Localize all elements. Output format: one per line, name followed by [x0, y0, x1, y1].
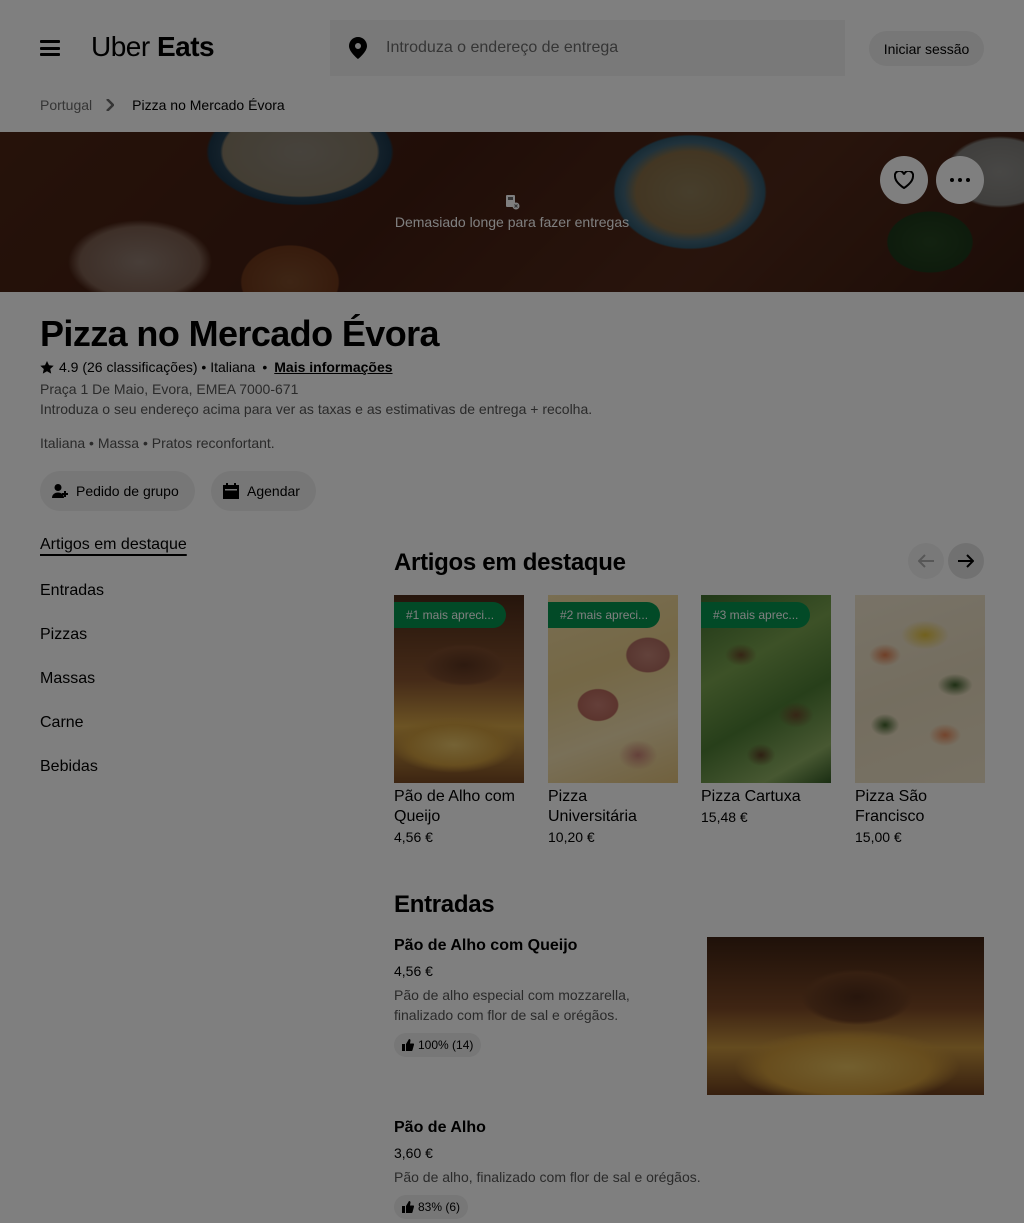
- add-person-icon: [52, 483, 68, 499]
- featured-item-image: [855, 595, 985, 783]
- group-order-label: Pedido de grupo: [76, 483, 179, 499]
- more-icon: [950, 178, 970, 182]
- carousel-prev-button[interactable]: [908, 543, 944, 579]
- uber-eats-logo[interactable]: Uber Eats: [91, 31, 215, 63]
- address-input[interactable]: [386, 39, 826, 57]
- address-hint: Introduza o seu endereço acima para ver …: [40, 401, 593, 417]
- group-order-button[interactable]: Pedido de grupo: [40, 471, 195, 511]
- menu-item-price: 3,60 €: [394, 1145, 433, 1161]
- menu-item-price: 4,56 €: [394, 963, 433, 979]
- rank-badge: #3 mais aprec...: [701, 602, 811, 628]
- more-options-button[interactable]: [936, 156, 984, 204]
- schedule-label: Agendar: [247, 483, 300, 499]
- featured-item-price: 4,56 €: [394, 829, 433, 845]
- chevron-right-icon: [106, 99, 115, 111]
- menu-nav-entradas[interactable]: Entradas: [40, 582, 104, 600]
- schedule-button[interactable]: Agendar: [211, 471, 316, 511]
- featured-card[interactable]: #2 mais apreci... Pizza Universitária 10…: [548, 595, 678, 845]
- menu-nav-bebidas[interactable]: Bebidas: [40, 758, 98, 776]
- featured-item-name: Pizza Cartuxa: [701, 788, 801, 805]
- rating-count: (26 classificações): [82, 359, 198, 375]
- thumbs-up-icon: [402, 1201, 414, 1213]
- star-icon: [40, 360, 54, 374]
- calendar-icon: [223, 483, 239, 499]
- menu-nav-pizzas[interactable]: Pizzas: [40, 626, 87, 644]
- featured-item-name: Pizza Universitária: [548, 788, 637, 825]
- no-delivery-icon: [506, 195, 520, 210]
- rank-badge: #1 mais apreci...: [394, 602, 507, 628]
- featured-item-image: #1 mais apreci...: [394, 595, 524, 783]
- header: Uber Eats Iniciar sessão: [0, 0, 1024, 96]
- item-rating-text: 83% (6): [418, 1200, 461, 1214]
- location-pin-icon: [330, 20, 386, 76]
- featured-item-name: Pão de Alho com Queijo: [394, 788, 515, 825]
- delivery-status: Demasiado longe para fazer entregas: [0, 194, 1024, 232]
- featured-card[interactable]: #1 mais apreci... Pão de Alho com Queijo…: [394, 595, 524, 845]
- menu-icon[interactable]: [40, 40, 60, 56]
- carousel-next-button[interactable]: [948, 543, 984, 579]
- store-title: Pizza no Mercado Évora: [40, 313, 440, 354]
- store-hero-image: Demasiado longe para fazer entregas: [0, 132, 1024, 292]
- featured-item-price: 15,00 €: [855, 829, 902, 845]
- menu-nav-carne[interactable]: Carne: [40, 714, 84, 732]
- breadcrumb-item-portugal[interactable]: Portugal: [40, 97, 92, 113]
- store-category: Italiana: [210, 359, 256, 375]
- menu-nav-featured[interactable]: Artigos em destaque: [40, 536, 187, 554]
- breadcrumb: Portugal Pizza no Mercado Évora: [40, 97, 285, 113]
- breadcrumb-item-store: Pizza no Mercado Évora: [132, 97, 285, 113]
- rank-badge: #2 mais apreci...: [548, 602, 661, 628]
- item-rating-text: 100% (14): [418, 1038, 474, 1052]
- store-address: Praça 1 De Maio, Evora, EMEA 7000-671: [40, 381, 299, 397]
- arrow-right-icon: [958, 554, 974, 568]
- featured-item-price: 10,20 €: [548, 829, 595, 845]
- item-rating-badge: 83% (6): [394, 1195, 469, 1219]
- heart-icon: [894, 171, 914, 189]
- store-tags: Italiana • Massa • Pratos reconfortant.: [40, 435, 275, 451]
- featured-item-image: #2 mais apreci...: [548, 595, 678, 783]
- entradas-title: Entradas: [394, 891, 495, 918]
- logo-eats: Eats: [156, 31, 215, 62]
- menu-item-name[interactable]: Pão de Alho com Queijo: [394, 937, 577, 955]
- menu-item-name[interactable]: Pão de Alho: [394, 1119, 486, 1137]
- favorite-button[interactable]: [880, 156, 928, 204]
- featured-card[interactable]: Pizza São Francisco 15,00 €: [855, 595, 985, 845]
- featured-item-image: #3 mais aprec...: [701, 595, 831, 783]
- logo-uber: Uber: [91, 31, 150, 62]
- rating-value: 4.9: [59, 359, 79, 375]
- address-search[interactable]: [330, 20, 845, 76]
- more-info-link[interactable]: Mais informações: [274, 359, 392, 375]
- menu-item-description: Pão de alho especial com mozzarella, fin…: [394, 987, 630, 1023]
- featured-title: Artigos em destaque: [394, 549, 626, 576]
- store-rating-row: 4.9 (26 classificações) • Italiana • Mai…: [40, 359, 393, 375]
- thumbs-up-icon: [402, 1039, 414, 1051]
- signin-button[interactable]: Iniciar sessão: [869, 31, 984, 66]
- featured-item-price: 15,48 €: [701, 809, 748, 825]
- arrow-left-icon: [918, 554, 934, 568]
- menu-item-image[interactable]: [707, 937, 984, 1095]
- featured-card[interactable]: #3 mais aprec... Pizza Cartuxa 15,48 €: [701, 595, 831, 825]
- item-rating-badge: 100% (14): [394, 1033, 482, 1057]
- menu-item-description: Pão de alho, finalizado com flor de sal …: [394, 1169, 701, 1185]
- featured-item-name: Pizza São Francisco: [855, 788, 928, 825]
- delivery-status-text: Demasiado longe para fazer entregas: [394, 214, 630, 230]
- menu-nav-massas[interactable]: Massas: [40, 670, 95, 688]
